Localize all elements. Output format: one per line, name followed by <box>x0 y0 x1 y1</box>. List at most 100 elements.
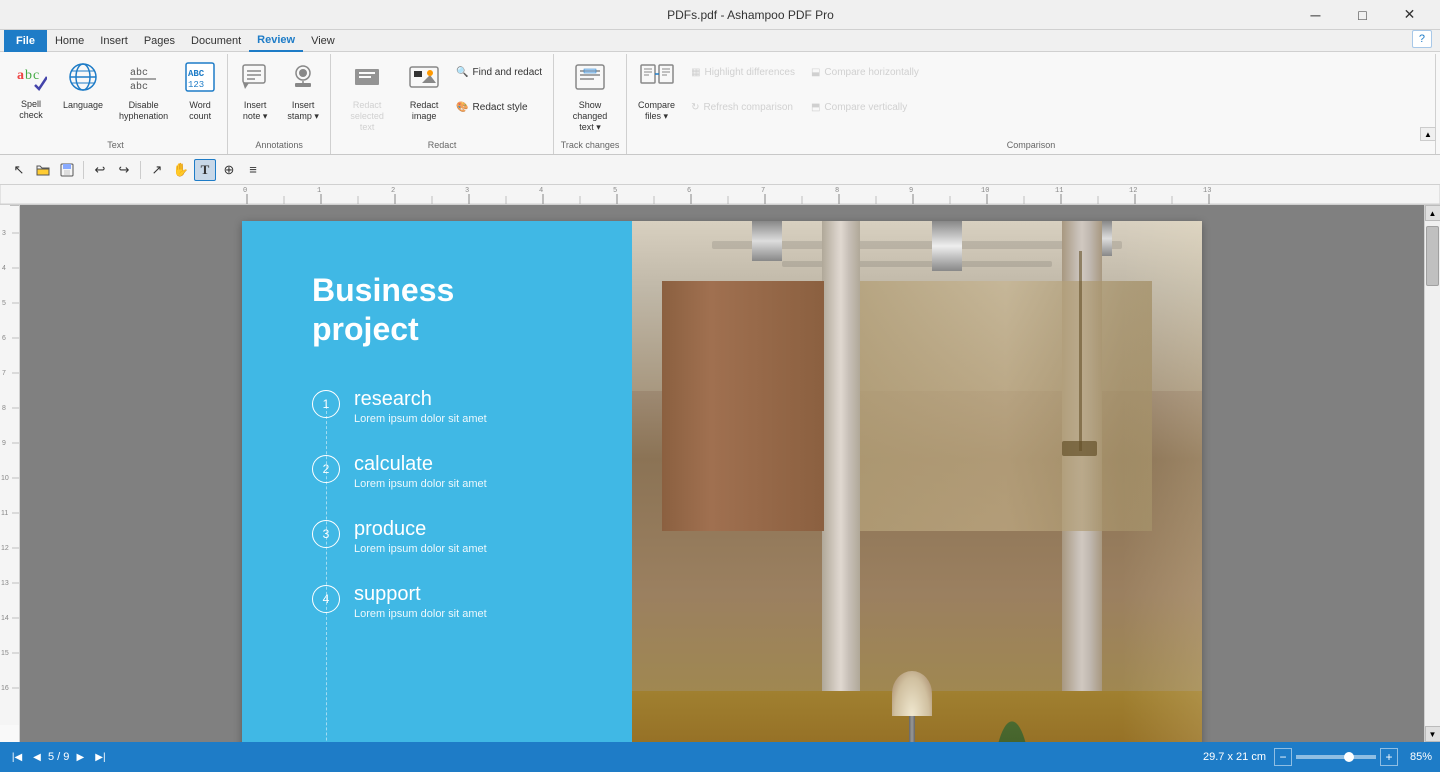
list-item: 3 produce Lorem ipsum dolor sit amet <box>312 518 602 555</box>
svg-text:7: 7 <box>761 187 765 195</box>
svg-text:9: 9 <box>2 440 6 447</box>
svg-text:4: 4 <box>2 265 6 272</box>
menu-item-document[interactable]: Document <box>183 30 249 52</box>
save-file-button[interactable] <box>56 159 78 181</box>
pointer-tool-button[interactable]: ↗ <box>146 159 168 181</box>
svg-text:abc: abc <box>130 81 148 93</box>
find-and-redact-button[interactable]: 🔍 Find and redact <box>449 61 549 85</box>
ribbon-collapse-button[interactable]: ▲ <box>1420 127 1436 141</box>
select-tool-button[interactable]: ↖ <box>8 159 30 181</box>
first-page-button[interactable]: |◀ <box>8 748 26 766</box>
redact-selected-text-button[interactable]: Redactselected text <box>335 56 399 137</box>
show-changed-text-button[interactable]: Showchanged text ▾ <box>558 56 622 137</box>
redact-style-button[interactable]: 🎨 Redact style <box>449 96 549 120</box>
word-count-icon: ABC 123 <box>184 61 216 98</box>
text-select-tool-button[interactable]: T <box>194 159 216 181</box>
compare-files-label: Comparefiles ▾ <box>638 100 675 122</box>
refresh-comparison-button[interactable]: ↻ Refresh comparison <box>684 96 802 120</box>
redact-style-label: Redact style <box>473 102 528 113</box>
highlight-differences-button[interactable]: ▦ Highlight differences <box>684 61 802 85</box>
open-file-button[interactable] <box>32 159 54 181</box>
zoom-percentage: 85% <box>1402 751 1432 763</box>
svg-text:9: 9 <box>909 187 913 195</box>
menu-bar: File Home Insert Pages Document Review V… <box>0 30 1440 52</box>
menu-item-review[interactable]: Review <box>249 30 303 52</box>
svg-text:11: 11 <box>1055 187 1063 195</box>
page-items: 1 research Lorem ipsum dolor sit amet 2 … <box>312 388 602 620</box>
minimize-button[interactable]: ─ <box>1293 0 1338 30</box>
highlight-differences-icon: ▦ <box>691 67 700 78</box>
vertical-scrollbar[interactable]: ▲ ▼ <box>1424 205 1440 742</box>
title-bar: PDFs.pdf - Ashampoo PDF Pro ─ □ ✕ <box>0 0 1440 30</box>
next-page-button[interactable]: ▶ <box>71 748 89 766</box>
spell-check-button[interactable]: a b c Spellcheck <box>8 56 54 126</box>
compare-horizontally-icon: ⬓ <box>811 67 820 78</box>
document-page: Businessproject 1 research Lorem ipsum d… <box>242 221 1202 742</box>
redact-image-icon <box>408 61 440 98</box>
menu-item-home[interactable]: Home <box>47 30 92 52</box>
disable-hyphenation-label: Disablehyphenation <box>119 100 168 122</box>
item-sub-2: Lorem ipsum dolor sit amet <box>354 478 487 490</box>
insert-note-button[interactable]: Insertnote ▾ <box>232 56 278 127</box>
prev-page-button[interactable]: ◀ <box>28 748 46 766</box>
more-tools-button[interactable]: ≡ <box>242 159 264 181</box>
language-button[interactable]: Language <box>56 56 110 116</box>
document-scroll[interactable]: Businessproject 1 research Lorem ipsum d… <box>20 205 1424 742</box>
insert-note-label: Insertnote ▾ <box>243 100 268 122</box>
svg-text:ABC: ABC <box>188 69 205 79</box>
disable-hyphenation-button[interactable]: abc abc Disablehyphenation <box>112 56 175 127</box>
window-controls: ─ □ ✕ <box>1293 0 1432 30</box>
insert-stamp-button[interactable]: Insertstamp ▾ <box>280 56 326 127</box>
menu-item-file[interactable]: File <box>4 30 47 52</box>
item-heading-3: produce <box>354 518 487 541</box>
disable-hyphenation-icon: abc abc <box>128 61 160 98</box>
zoom-in-tool-button[interactable]: ⊕ <box>218 159 240 181</box>
svg-text:3: 3 <box>2 230 6 237</box>
menu-item-pages[interactable]: Pages <box>136 30 183 52</box>
compare-vertically-button[interactable]: ⬒ Compare vertically <box>804 96 926 120</box>
menu-item-view[interactable]: View <box>303 30 343 52</box>
scroll-up-button[interactable]: ▲ <box>1425 205 1440 221</box>
highlight-differences-label: Highlight differences <box>705 67 795 78</box>
compare-vertically-label: Compare vertically <box>824 102 907 113</box>
ribbon-track-buttons: Showchanged text ▾ <box>558 56 622 137</box>
redact-small-buttons: 🔍 Find and redact 🎨 Redact style <box>449 56 549 124</box>
toolbar-sep-2 <box>140 161 141 179</box>
zoom-controls: − + 85% <box>1274 748 1432 766</box>
ribbon-redact-buttons: Redactselected text Redactimage 🔍 <box>335 56 549 137</box>
zoom-slider-thumb[interactable] <box>1344 752 1354 762</box>
last-page-button[interactable]: ▶| <box>91 748 109 766</box>
scrollbar-track[interactable] <box>1425 221 1440 726</box>
redact-image-button[interactable]: Redactimage <box>401 56 447 127</box>
redact-selected-text-icon <box>351 61 383 98</box>
hand-tool-button[interactable]: ✋ <box>170 159 192 181</box>
menu-item-insert[interactable]: Insert <box>92 30 136 52</box>
zoom-in-button[interactable]: + <box>1380 748 1398 766</box>
ribbon-group-text-label: Text <box>8 137 223 152</box>
compare-horizontally-button[interactable]: ⬓ Compare horizontally <box>804 61 926 85</box>
svg-text:123: 123 <box>188 80 204 90</box>
svg-text:2: 2 <box>391 187 395 195</box>
word-count-button[interactable]: ABC 123 Wordcount <box>177 56 223 127</box>
item-text-4: support Lorem ipsum dolor sit amet <box>354 583 487 620</box>
scrollbar-thumb[interactable] <box>1426 226 1439 286</box>
svg-text:3: 3 <box>465 187 469 195</box>
item-text-1: research Lorem ipsum dolor sit amet <box>354 388 487 425</box>
scroll-down-button[interactable]: ▼ <box>1425 726 1440 742</box>
item-heading-2: calculate <box>354 453 487 476</box>
svg-text:14: 14 <box>1 615 9 622</box>
item-text-2: calculate Lorem ipsum dolor sit amet <box>354 453 487 490</box>
redo-button[interactable]: ↪ <box>113 159 135 181</box>
svg-text:4: 4 <box>539 187 543 195</box>
page-indicator: 5 / 9 <box>48 751 69 763</box>
show-changed-text-label: Showchanged text ▾ <box>565 100 615 132</box>
close-button[interactable]: ✕ <box>1387 0 1432 30</box>
svg-text:0: 0 <box>243 187 247 195</box>
zoom-out-button[interactable]: − <box>1274 748 1292 766</box>
help-button[interactable]: ? <box>1412 30 1432 48</box>
compare-files-button[interactable]: Comparefiles ▾ <box>631 56 682 127</box>
undo-button[interactable]: ↩ <box>89 159 111 181</box>
maximize-button[interactable]: □ <box>1340 0 1385 30</box>
insert-note-icon <box>239 61 271 98</box>
list-item: 1 research Lorem ipsum dolor sit amet <box>312 388 602 425</box>
